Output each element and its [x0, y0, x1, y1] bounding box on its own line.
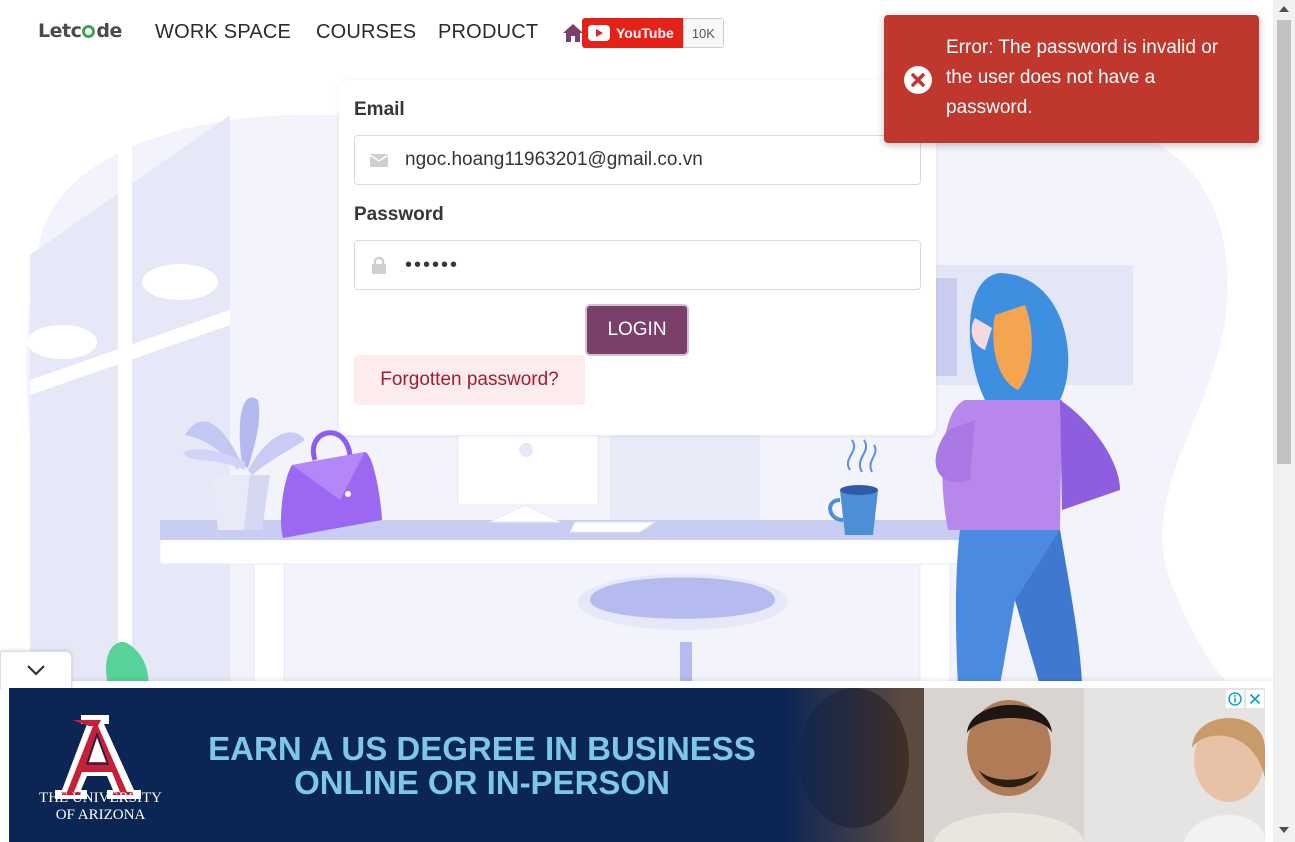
home-icon[interactable] [562, 22, 584, 44]
email-field-wrapper [354, 135, 921, 185]
nav-link-workspace[interactable]: WORK SPACE [155, 21, 291, 44]
ad-close-button[interactable] [1246, 690, 1264, 708]
email-label: Email [354, 99, 405, 120]
youtube-subscriber-count: 10K [682, 18, 724, 48]
ad-university-name: THE UNIVERSITY OF ARIZONA [39, 790, 162, 823]
ad-info-icon[interactable] [1226, 690, 1244, 708]
ad-container-strip [0, 681, 1273, 688]
page: Letc de WORK SPACE COURSES PRODUCT YouTub… [0, 0, 1295, 842]
nav-link-courses[interactable]: COURSES [316, 21, 416, 44]
ad-collapse-tab[interactable] [0, 651, 72, 689]
youtube-subscribe-badge[interactable]: YouTube 10K [582, 18, 724, 48]
scrollbar-thumb[interactable] [1277, 20, 1291, 464]
ad-headline: EARN A US DEGREE IN BUSINESS ONLINE OR I… [208, 730, 756, 801]
youtube-label: YouTube [616, 25, 674, 41]
logo-text-suffix: de [96, 20, 122, 42]
info-icon [1228, 692, 1242, 706]
password-field-wrapper [354, 240, 921, 290]
chevron-down-icon [27, 665, 45, 676]
error-toast-message: Error: The password is invalid or the us… [946, 37, 1219, 118]
letcode-logo[interactable]: Letc de [38, 20, 122, 42]
error-circle-icon [904, 66, 932, 94]
page-scrollbar[interactable] [1273, 0, 1295, 842]
login-button[interactable]: LOGIN [585, 304, 689, 356]
error-toast[interactable]: Error: The password is invalid or the us… [884, 15, 1259, 143]
close-icon [1249, 693, 1261, 705]
nav-link-product[interactable]: PRODUCT [438, 21, 538, 44]
login-card: Email Password LOGIN Forgotten password? [339, 80, 936, 435]
lock-icon [372, 256, 386, 274]
logo-text-prefix: Letc [38, 20, 82, 42]
youtube-play-icon [588, 25, 610, 41]
forgot-password-link[interactable]: Forgotten password? [354, 355, 585, 405]
youtube-button[interactable]: YouTube [582, 18, 683, 48]
scroll-down-arrow-icon[interactable] [1279, 827, 1289, 833]
logo-o-mark [82, 25, 96, 38]
envelope-icon [369, 154, 389, 167]
password-input[interactable] [405, 249, 910, 281]
ad-photo-people [784, 688, 1265, 842]
password-label: Password [354, 204, 444, 225]
scroll-up-arrow-icon[interactable] [1279, 6, 1289, 12]
email-input[interactable] [405, 144, 910, 176]
university-ad-banner[interactable]: THE UNIVERSITY OF ARIZONA EARN A US DEGR… [9, 688, 1265, 842]
